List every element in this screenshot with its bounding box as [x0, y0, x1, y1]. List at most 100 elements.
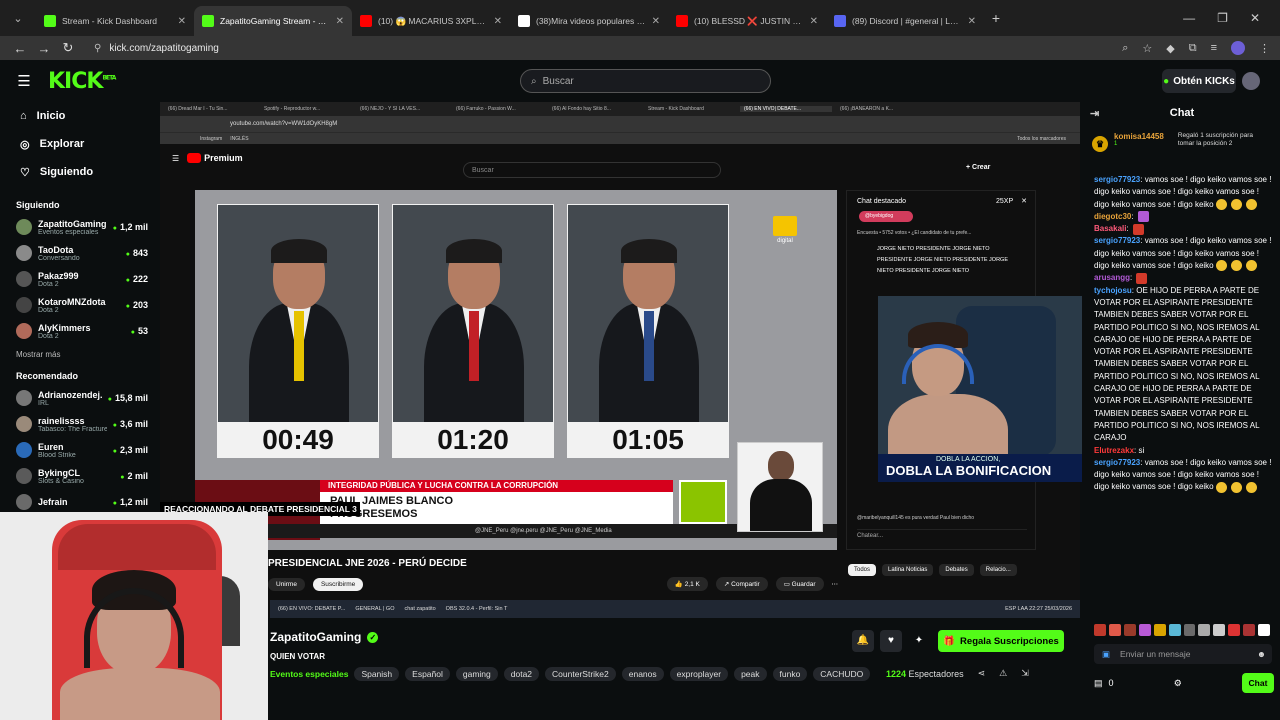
- channel-item[interactable]: Adrianozendej...IRL 15,8 mil: [0, 385, 156, 411]
- tab-close-icon[interactable]: ✕: [336, 16, 344, 27]
- media-icon[interactable]: ≡: [1211, 42, 1217, 54]
- chat-username[interactable]: diegotc30: [1094, 212, 1131, 221]
- bookmark-star-icon[interactable]: ☆: [1142, 42, 1152, 55]
- emote-icon[interactable]: [1094, 624, 1106, 636]
- emote-icon[interactable]: [1153, 624, 1166, 636]
- kick-logo[interactable]: KICKBETA: [48, 69, 116, 94]
- tag-chip[interactable]: dota2: [503, 667, 540, 681]
- tag-chip[interactable]: Español: [405, 667, 450, 681]
- settings-icon[interactable]: ⚙: [1174, 678, 1182, 689]
- category-link[interactable]: Eventos especiales: [270, 667, 348, 681]
- browser-tab[interactable]: (10) 😱 MACARIUS 3XPLOTO y... ✕: [352, 6, 510, 36]
- maximize-button[interactable]: ❐: [1217, 11, 1228, 25]
- profile-avatar[interactable]: [1231, 41, 1245, 55]
- tag-chip[interactable]: funko: [772, 667, 808, 681]
- browser-tab[interactable]: (38)Mira videos populares selec... ✕: [510, 6, 668, 36]
- chrome-menu-icon[interactable]: ⋮: [1259, 42, 1270, 55]
- chat-input[interactable]: ▣ Enviar un mensaje ☻: [1094, 644, 1272, 664]
- tag-chip[interactable]: exproplayer: [669, 667, 729, 681]
- back-button[interactable]: ←: [8, 41, 32, 56]
- extension-icon[interactable]: ◆: [1166, 42, 1174, 55]
- emote-bar[interactable]: [1094, 624, 1271, 638]
- emote-icon[interactable]: [1138, 624, 1151, 636]
- address-bar[interactable]: ⚲ kick.com/zapatitogaming: [88, 37, 1088, 59]
- tab-search-button[interactable]: ⌄: [0, 12, 36, 25]
- chat-username[interactable]: tychojosu: [1094, 286, 1132, 295]
- tag-chip[interactable]: peak: [734, 667, 767, 681]
- browser-tab[interactable]: Stream - Kick Dashboard ✕: [36, 6, 194, 36]
- theatre-icon[interactable]: ⇲: [1021, 668, 1029, 679]
- emoji-icon[interactable]: ☻: [1257, 649, 1272, 659]
- emote-icon[interactable]: [1198, 624, 1211, 636]
- get-kicks-button[interactable]: ● Obtén KICKs: [1162, 69, 1236, 93]
- send-chat-button[interactable]: Chat: [1241, 673, 1274, 693]
- tab-close-icon[interactable]: ✕: [652, 16, 660, 27]
- browser-tab[interactable]: ZapatitoGaming Stream - Kick ✕: [194, 6, 352, 36]
- report-icon[interactable]: ⚠: [999, 668, 1007, 679]
- gift-subs-button[interactable]: 🎁 Regala Suscripciones: [938, 630, 1064, 652]
- hamburger-menu-icon[interactable]: ☰: [0, 72, 48, 90]
- pinned-gift[interactable]: ♛ komisa14458 1 Regaló 1 suscripción par…: [1092, 132, 1272, 168]
- streamer-name[interactable]: ZapatitoGaming ✓: [270, 630, 379, 644]
- user-avatar[interactable]: [1242, 72, 1260, 90]
- site-info-icon[interactable]: ⚲: [94, 43, 101, 54]
- reload-button[interactable]: ↻: [56, 40, 80, 56]
- channel-item[interactable]: Pakaz999Dota 2 222: [0, 266, 156, 292]
- channel-item[interactable]: BykingCLSlots & Casino 2 mil: [0, 463, 156, 489]
- tag-chip[interactable]: Spanish: [354, 667, 400, 681]
- chat-message[interactable]: sergio77923: vamos soe ! digo keiko vamo…: [1094, 457, 1272, 494]
- follow-heart-icon[interactable]: ♥: [880, 630, 902, 652]
- minimize-button[interactable]: —: [1183, 11, 1195, 25]
- chat-username[interactable]: arusangg: [1094, 273, 1130, 282]
- emote-icon[interactable]: [1213, 624, 1226, 636]
- emote-icon[interactable]: [1243, 624, 1256, 636]
- sidebar-item-explorar[interactable]: ◎ Explorar: [0, 130, 156, 158]
- chat-username[interactable]: Elutrezakx: [1094, 446, 1134, 455]
- new-tab-button[interactable]: +: [984, 10, 1008, 26]
- zoom-icon[interactable]: ⌕: [1122, 42, 1128, 55]
- tag-chip[interactable]: gaming: [455, 667, 498, 681]
- chat-message[interactable]: tychojosu: OE HIJO DE PERRA A PARTE DE V…: [1094, 285, 1272, 445]
- close-window-button[interactable]: ✕: [1250, 11, 1260, 25]
- chat-username[interactable]: Basakali: [1094, 224, 1126, 233]
- channel-item[interactable]: AlyKimmersDota 2 53: [0, 318, 156, 344]
- notifications-icon[interactable]: 🔔: [852, 630, 874, 652]
- emote-icon[interactable]: [1108, 624, 1121, 636]
- browser-tab[interactable]: (89) Discord | #general | Lo... ✕: [826, 6, 984, 36]
- chat-message[interactable]: diegotc30:: [1094, 211, 1272, 223]
- chat-username[interactable]: sergio77923: [1094, 458, 1140, 467]
- chat-username[interactable]: sergio77923: [1094, 175, 1140, 184]
- emote-icon[interactable]: [1228, 624, 1241, 636]
- emote-icon[interactable]: [1168, 624, 1181, 636]
- extensions-puzzle-icon[interactable]: ⧉: [1189, 42, 1197, 55]
- tab-close-icon[interactable]: ✕: [178, 16, 186, 27]
- tab-close-icon[interactable]: ✕: [494, 16, 502, 27]
- chat-message[interactable]: sergio77923: vamos soe ! digo keiko vamo…: [1094, 174, 1272, 211]
- collapse-chat-icon[interactable]: ⇥: [1090, 107, 1099, 120]
- tab-close-icon[interactable]: ✕: [810, 16, 818, 27]
- channel-item[interactable]: TaoDotaConversando 843: [0, 240, 156, 266]
- emote-icon[interactable]: [1123, 624, 1136, 636]
- show-more-link[interactable]: Mostrar más: [0, 344, 156, 365]
- tag-chip[interactable]: CACHUDO: [813, 667, 871, 681]
- emote-icon[interactable]: [1258, 624, 1271, 636]
- chat-message[interactable]: arusangg:: [1094, 272, 1272, 284]
- forward-button[interactable]: →: [32, 41, 56, 56]
- kicks-gift-icon[interactable]: ✦: [908, 630, 930, 652]
- share-icon[interactable]: ⋖: [978, 668, 986, 679]
- chat-message[interactable]: sergio77923: vamos soe ! digo keiko vamo…: [1094, 235, 1272, 272]
- channel-item[interactable]: EurenBlood Strike 2,3 mil: [0, 437, 156, 463]
- channel-item[interactable]: KotaroMNZdotaDota 2 203: [0, 292, 156, 318]
- chat-message[interactable]: Elutrezakx: si: [1094, 445, 1272, 457]
- channel-item[interactable]: ZapatitoGamingEventos especiales 1,2 mil: [0, 214, 156, 240]
- emote-icon[interactable]: [1183, 624, 1196, 636]
- chat-username[interactable]: sergio77923: [1094, 236, 1140, 245]
- sidebar-item-inicio[interactable]: ⌂ Inicio: [0, 102, 156, 130]
- channel-item[interactable]: rainelissssTabasco: The Fracture 3,6 mil: [0, 411, 156, 437]
- sidebar-item-siguiendo[interactable]: ♡ Siguiendo: [0, 158, 156, 186]
- chat-message[interactable]: Basakali:: [1094, 223, 1272, 235]
- tab-close-icon[interactable]: ✕: [968, 16, 976, 27]
- kick-search-input[interactable]: ⌕ Buscar: [520, 69, 771, 93]
- browser-tab[interactable]: (10) BLESSD ❌ JUSTIN QUILES... ✕: [668, 6, 826, 36]
- tag-chip[interactable]: enanos: [621, 667, 664, 681]
